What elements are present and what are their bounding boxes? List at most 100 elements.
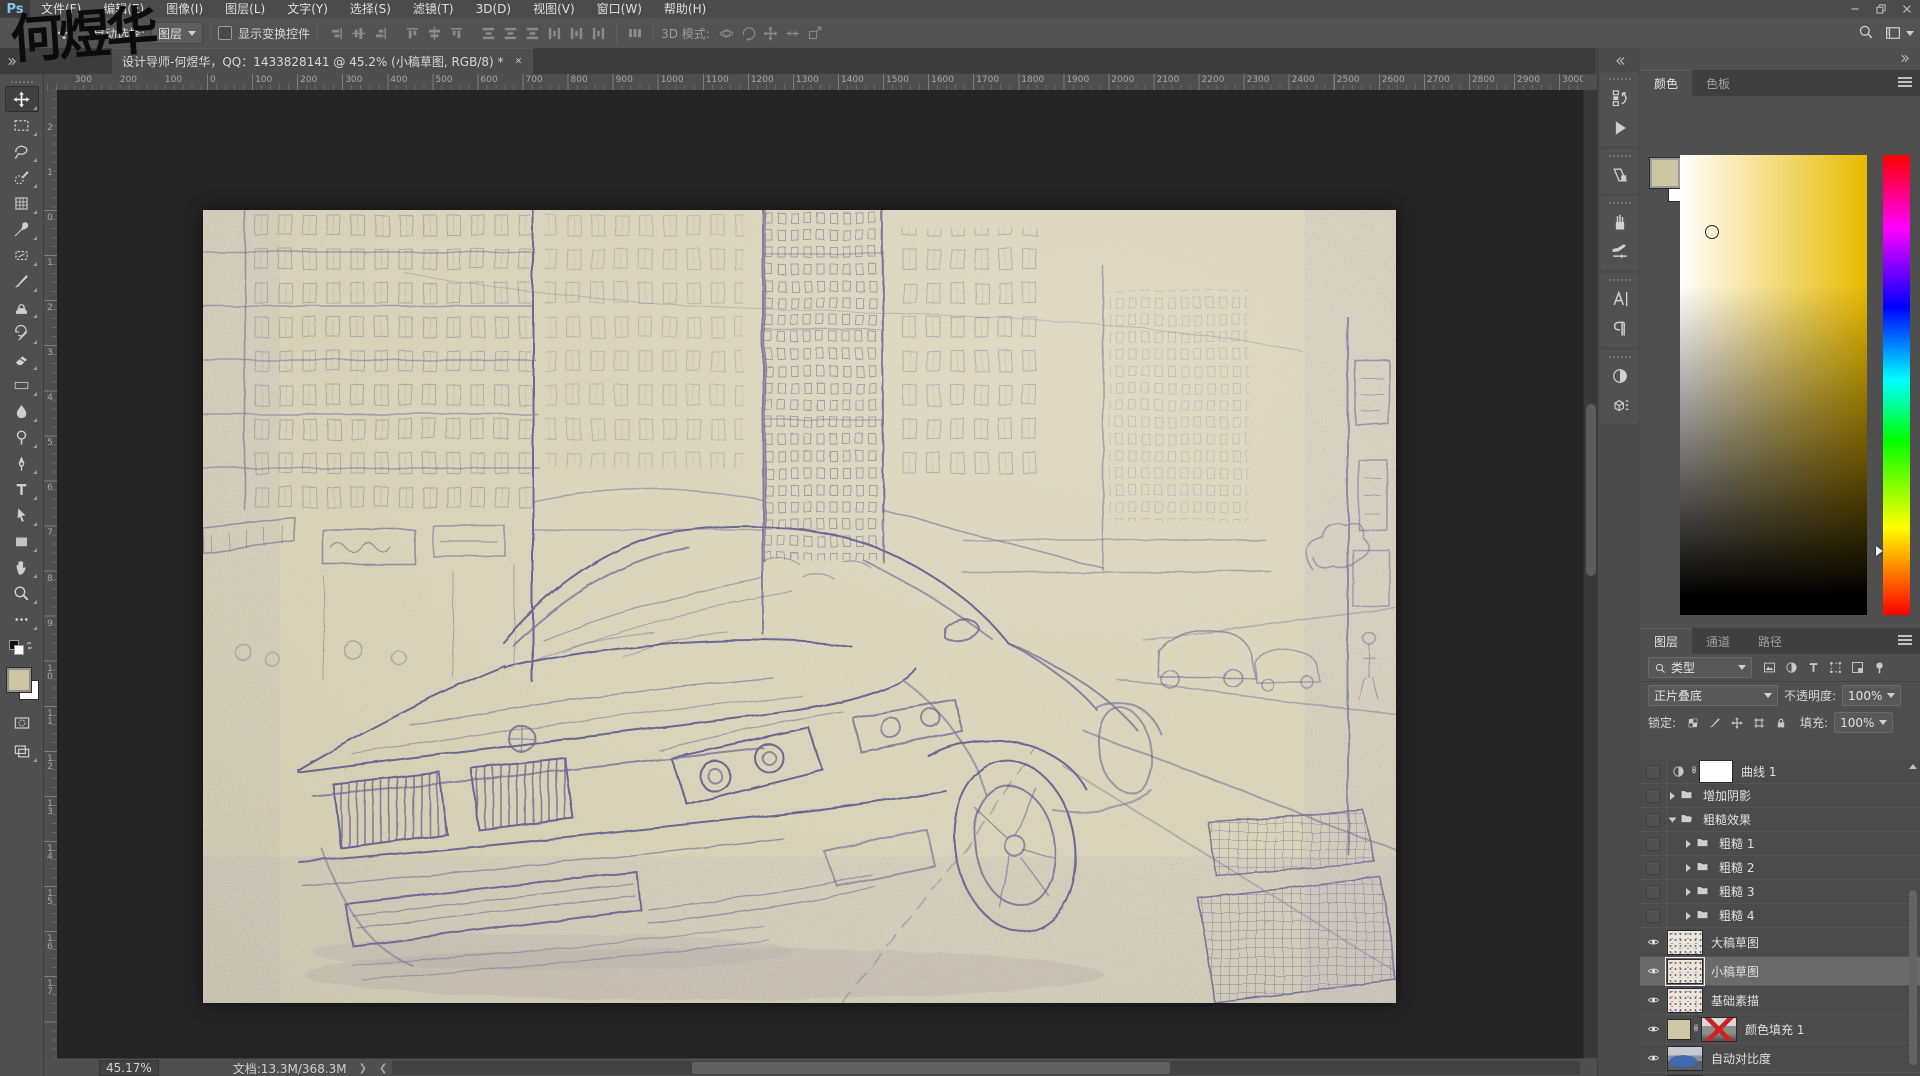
history-brush-tool[interactable] (5, 320, 39, 346)
filter-pixel-layers-icon[interactable] (1758, 658, 1780, 678)
horizontal-scrollbar-thumb[interactable] (692, 1062, 1170, 1074)
chevron-right-icon[interactable] (1686, 863, 1691, 872)
tab-color[interactable]: 颜色 (1640, 70, 1693, 96)
menu-item-filter[interactable]: 滤镜(T) (402, 0, 465, 18)
layer-row-group[interactable]: 粗糙 3 (1640, 880, 1920, 904)
align-left-edges-icon[interactable] (401, 22, 423, 44)
layer-row-sketch[interactable]: 基础素描 (1640, 986, 1920, 1015)
screen-mode-button[interactable] (5, 738, 39, 764)
menu-item-help[interactable]: 帮助(H) (653, 0, 717, 18)
saturation-brightness-field[interactable] (1680, 155, 1867, 615)
layer-mask-thumbnail[interactable] (1701, 1016, 1737, 1042)
pen-tool[interactable] (5, 450, 39, 476)
lock-position-icon[interactable] (1726, 713, 1748, 733)
path-selection-tool[interactable] (5, 502, 39, 528)
move-tool-preset-icon[interactable] (52, 22, 76, 44)
layer-row-fill[interactable]: 颜色填充 1 (1640, 1015, 1920, 1044)
menu-item-layer[interactable]: 图层(L) (214, 0, 276, 18)
close-tab-icon[interactable] (514, 55, 523, 68)
layer-row-image[interactable]: 自动对比度 (1640, 1044, 1920, 1073)
vertical-scrollbar-thumb[interactable] (1586, 404, 1596, 576)
layer-visibility-toggle[interactable] (1640, 1015, 1667, 1043)
filter-type-layers-icon[interactable] (1802, 658, 1824, 678)
layer-visibility-toggle[interactable] (1640, 1044, 1667, 1072)
panel-foreground-swatch[interactable] (1650, 158, 1680, 188)
layer-visibility-toggle[interactable] (1640, 904, 1667, 927)
3d-pan-icon[interactable] (760, 22, 782, 44)
layers-scrollbar[interactable] (1907, 760, 1919, 1076)
fill-field[interactable]: 100% (1834, 712, 1894, 733)
actions-panel-icon[interactable] (1604, 113, 1636, 143)
align-right-edges-icon[interactable] (445, 22, 467, 44)
hue-slider[interactable] (1876, 155, 1910, 615)
quick-mask-mode-button[interactable] (5, 710, 39, 736)
layer-thumbnail[interactable] (1667, 987, 1703, 1013)
distribute-horizontal-centers-icon[interactable] (565, 22, 587, 44)
menu-item-type[interactable]: 文字(Y) (276, 0, 339, 18)
layer-filter-dropdown[interactable]: 类型 (1648, 657, 1752, 678)
history-panel-icon[interactable] (1604, 83, 1636, 113)
type-tool[interactable] (5, 476, 39, 502)
healing-patch-tool[interactable] (5, 242, 39, 268)
canvas-artwork[interactable] (203, 210, 1396, 1003)
layer-visibility-toggle[interactable] (1640, 986, 1667, 1014)
layer-visibility-toggle[interactable] (1640, 957, 1667, 985)
collapse-dock-icon[interactable] (1613, 52, 1627, 70)
3d-scale-icon[interactable] (804, 22, 826, 44)
brush-tool[interactable] (5, 268, 39, 294)
color-cursor[interactable] (1705, 224, 1720, 239)
document-tab[interactable]: 设计导师-何煜华，QQ：1433828141 @ 45.2% (小稿草图, RG… (112, 48, 533, 74)
move-tool[interactable] (4, 86, 39, 112)
expand-panels-icon[interactable] (1899, 52, 1912, 68)
layers-scrollbar-thumb[interactable] (1909, 890, 1917, 1065)
character-panel-icon[interactable] (1604, 284, 1636, 314)
edit-toolbar[interactable] (5, 606, 39, 632)
foreground-color-swatch[interactable] (6, 668, 31, 692)
align-vertical-centers-icon[interactable] (347, 22, 369, 44)
menu-item-3d[interactable]: 3D(D) (465, 0, 522, 18)
lasso-tool[interactable] (5, 138, 39, 164)
layer-visibility-toggle[interactable] (1640, 832, 1667, 855)
chevron-right-icon[interactable] (1686, 887, 1691, 896)
lock-all-icon[interactable] (1770, 713, 1792, 733)
photoshop-logo[interactable]: Ps (0, 0, 30, 18)
filter-shape-layers-icon[interactable] (1824, 658, 1846, 678)
mini-background-swatch[interactable] (13, 645, 24, 655)
menu-item-edit[interactable]: 编辑(E) (92, 0, 155, 18)
layer-thumbnail[interactable] (1665, 956, 1705, 986)
eraser-tool[interactable] (5, 346, 39, 372)
panel-menu-icon[interactable] (1898, 77, 1912, 88)
opacity-field[interactable]: 100% (1842, 685, 1902, 706)
lock-artboard-icon[interactable] (1748, 713, 1770, 733)
chevron-right-icon[interactable] (1670, 791, 1675, 800)
distribute-top-edges-icon[interactable] (477, 22, 499, 44)
dodge-tool[interactable] (5, 424, 39, 450)
3d-orbit-icon[interactable] (716, 22, 738, 44)
filter-adjustment-layers-icon[interactable] (1780, 658, 1802, 678)
layer-row-group[interactable]: 粗糙效果 (1640, 808, 1920, 832)
layer-thumbnail[interactable] (1667, 1045, 1703, 1071)
menu-item-window[interactable]: 窗口(W) (586, 0, 653, 18)
chevron-down-icon[interactable] (1668, 817, 1677, 822)
layer-mask-thumbnail[interactable] (1699, 760, 1733, 783)
fill-color-thumbnail[interactable] (1667, 1018, 1691, 1040)
layer-visibility-toggle[interactable] (1640, 760, 1667, 783)
tab-paths[interactable]: 路径 (1744, 629, 1796, 654)
quick-selection-tool[interactable] (5, 164, 39, 190)
canvas-vertical-scrollbar[interactable] (1583, 90, 1598, 1058)
hand-tool[interactable] (5, 554, 39, 580)
perspective-crop-tool[interactable] (5, 190, 39, 216)
distribute-spacing-icon[interactable] (624, 22, 646, 44)
menu-item-view[interactable]: 视图(V) (522, 0, 586, 18)
scroll-up-icon[interactable] (1909, 764, 1917, 769)
filter-smart-objects-icon[interactable] (1846, 658, 1868, 678)
workspace-switcher-icon[interactable] (1884, 24, 1914, 42)
layer-row-sketch[interactable]: 大稿草图 (1640, 928, 1920, 957)
menu-item-image[interactable]: 图像(I) (155, 0, 214, 18)
properties-panel-icon[interactable] (1604, 160, 1636, 190)
gradient-tool[interactable] (5, 372, 39, 398)
chevron-right-icon[interactable] (1686, 911, 1691, 920)
canvas-horizontal-scrollbar[interactable] (392, 1061, 1580, 1075)
zoom-tool[interactable] (5, 580, 39, 606)
3d-roll-icon[interactable] (738, 22, 760, 44)
